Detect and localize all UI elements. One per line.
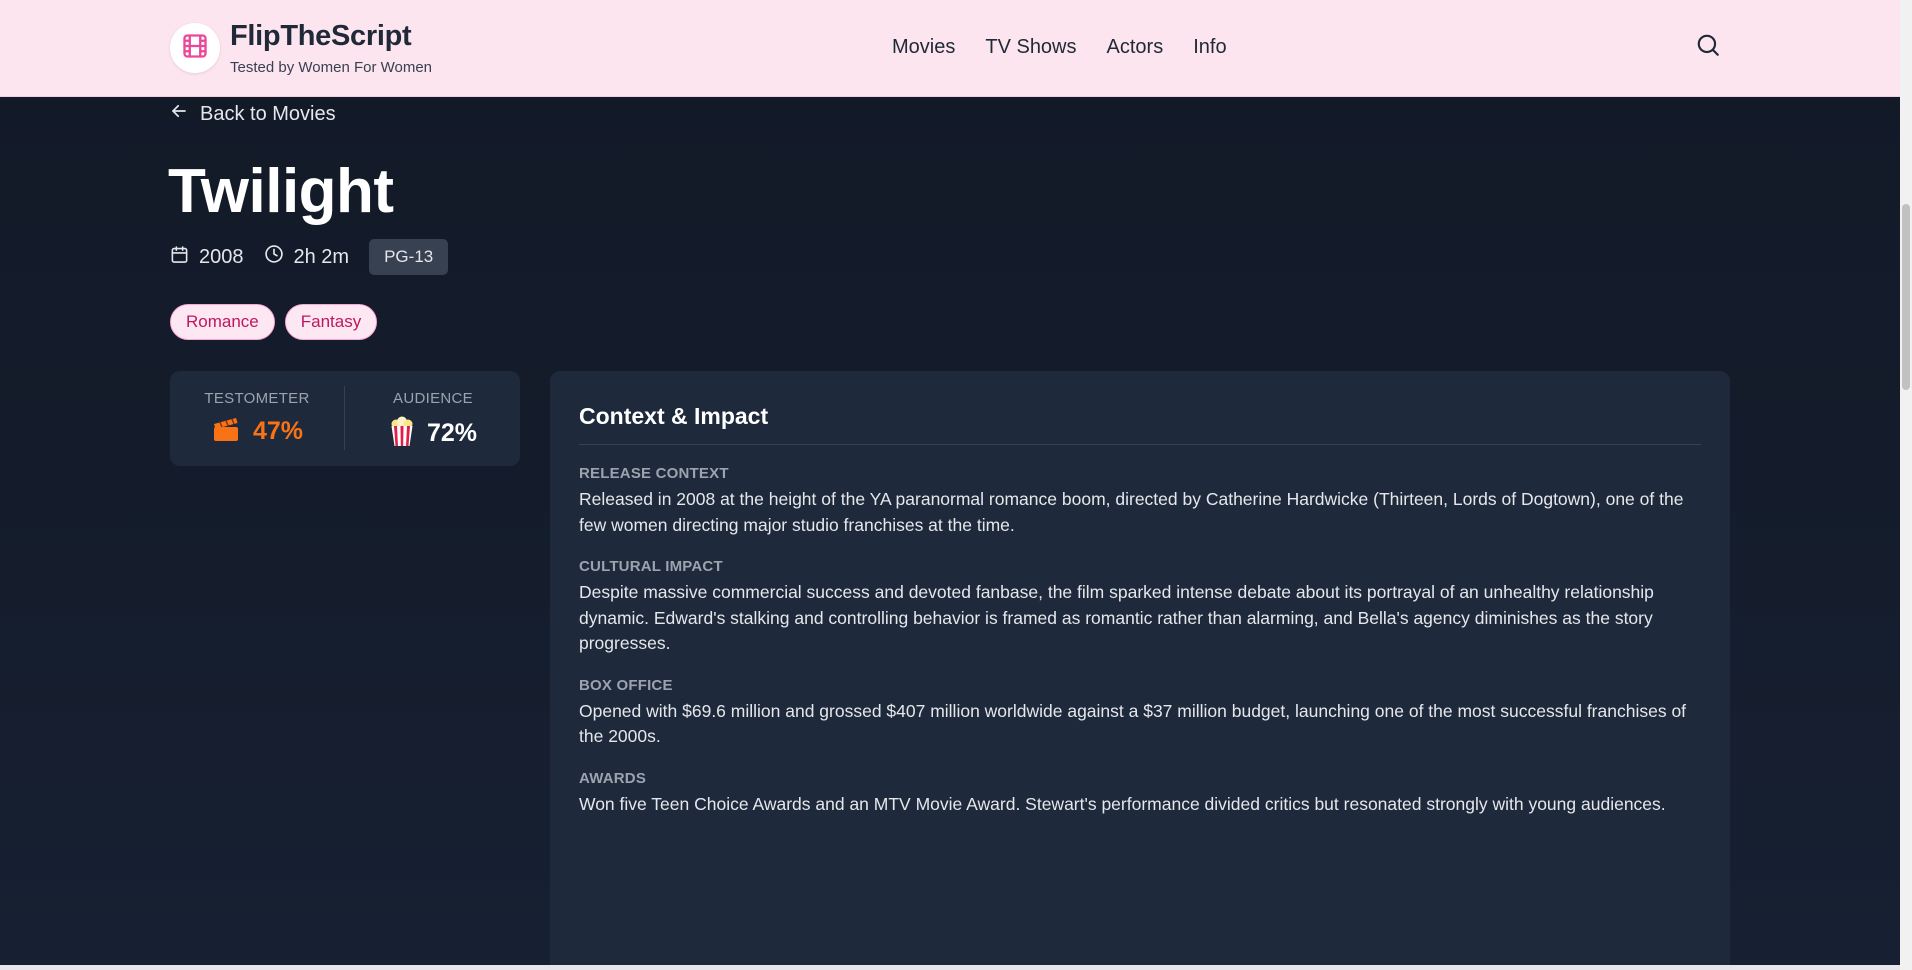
score-divider bbox=[344, 386, 345, 450]
audience-score: AUDIENCE 72% bbox=[346, 371, 520, 466]
logo[interactable] bbox=[170, 23, 220, 73]
testometer-value: 47% bbox=[252, 417, 304, 445]
panel-title: Context & Impact bbox=[579, 403, 1701, 445]
section-text: Won five Teen Choice Awards and an MTV M… bbox=[579, 793, 1666, 814]
release-context-section: RELEASE CONTEXT Released in 2008 at the … bbox=[579, 465, 1701, 538]
section-label: RELEASE CONTEXT bbox=[579, 465, 729, 482]
site-header: FlipTheScript Tested by Women For Women … bbox=[0, 0, 1900, 97]
search-icon bbox=[1695, 32, 1721, 63]
film-icon bbox=[181, 32, 209, 65]
popcorn-icon bbox=[389, 415, 415, 452]
release-year: 2008 bbox=[170, 245, 244, 270]
audience-label: AUDIENCE bbox=[393, 390, 473, 407]
awards-section: AWARDS Won five Teen Choice Awards and a… bbox=[579, 770, 1701, 818]
calendar-icon bbox=[170, 245, 189, 270]
genre-tag-romance[interactable]: Romance bbox=[170, 304, 275, 340]
nav-item-tv-shows[interactable]: TV Shows bbox=[985, 36, 1076, 59]
brand-name[interactable]: FlipTheScript bbox=[230, 20, 412, 53]
runtime-value: 2h 2m bbox=[293, 245, 350, 268]
vertical-scrollbar[interactable] bbox=[1900, 0, 1912, 970]
movie-title: Twilight bbox=[168, 157, 394, 226]
nav-item-info[interactable]: Info bbox=[1193, 36, 1226, 59]
runtime: 2h 2m bbox=[264, 244, 350, 270]
main-nav: Movies TV Shows Actors Info bbox=[892, 36, 1227, 59]
horizontal-scroll-edge bbox=[0, 965, 1900, 970]
section-label: AWARDS bbox=[579, 769, 647, 787]
section-label: BOX OFFICE bbox=[579, 676, 673, 694]
nav-item-movies[interactable]: Movies bbox=[892, 36, 955, 59]
section-text: Released in 2008 at the height of the YA… bbox=[579, 489, 1684, 535]
testometer-label: TESTOMETER bbox=[204, 390, 310, 407]
search-button[interactable] bbox=[1694, 33, 1722, 61]
box-office-section: BOX OFFICE Opened with $69.6 million and… bbox=[579, 677, 1701, 750]
release-year-value: 2008 bbox=[199, 245, 244, 268]
clapperboard-icon bbox=[211, 415, 241, 448]
nav-item-actors[interactable]: Actors bbox=[1107, 36, 1164, 59]
genre-tags: Romance Fantasy bbox=[170, 304, 378, 340]
section-label: CULTURAL IMPACT bbox=[579, 558, 723, 575]
back-link-label: Back to Movies bbox=[200, 102, 336, 125]
back-to-movies-link[interactable]: Back to Movies bbox=[170, 102, 336, 126]
testometer-score: TESTOMETER 47% bbox=[170, 371, 344, 466]
genre-tag-fantasy[interactable]: Fantasy bbox=[284, 304, 378, 340]
audience-value: 72% bbox=[426, 419, 478, 447]
arrow-left-icon bbox=[170, 102, 188, 126]
section-text: Despite massive commercial success and d… bbox=[579, 582, 1654, 653]
brand-tagline: Tested by Women For Women bbox=[230, 59, 433, 76]
score-card: TESTOMETER 47% AUDIENCE 72% bbox=[170, 371, 520, 466]
movie-meta: 2008 2h 2m PG-13 bbox=[170, 239, 449, 275]
scrollbar-thumb[interactable] bbox=[1902, 204, 1910, 390]
cultural-impact-section: CULTURAL IMPACT Despite massive commerci… bbox=[579, 558, 1701, 657]
clock-icon bbox=[264, 244, 284, 270]
section-text: Opened with $69.6 million and grossed $4… bbox=[579, 700, 1687, 747]
content-rating-badge: PG-13 bbox=[369, 239, 449, 275]
context-impact-panel: Context & Impact RELEASE CONTEXT Release… bbox=[550, 371, 1730, 965]
